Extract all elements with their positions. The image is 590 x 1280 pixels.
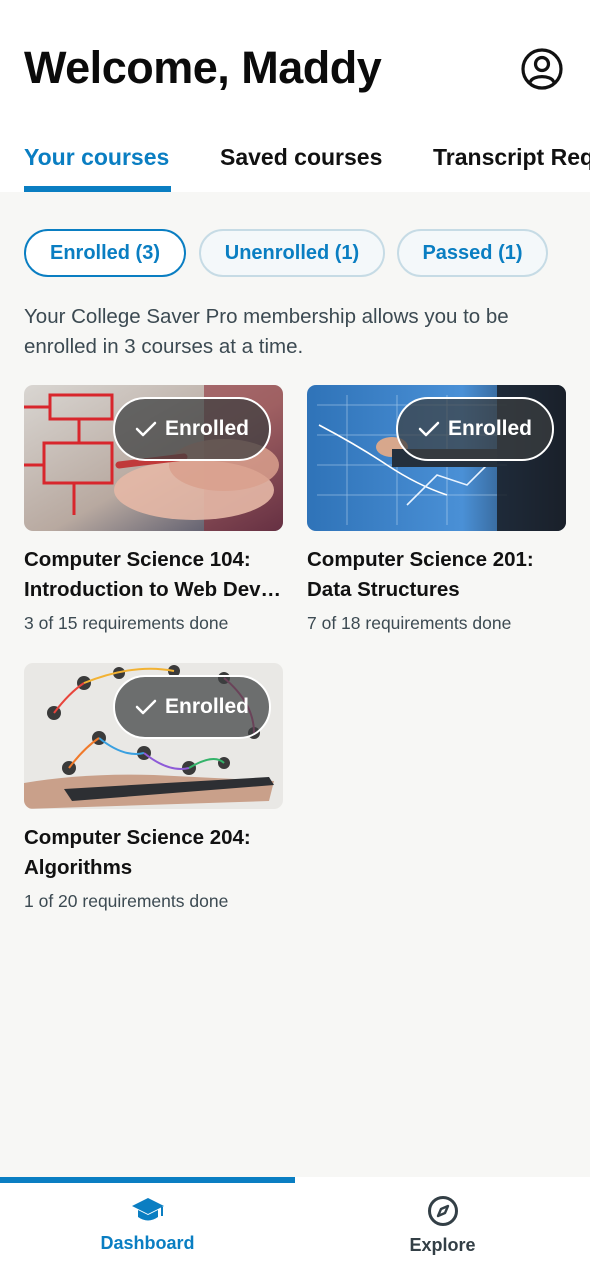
requirements-progress: 1 of 20 requirements done	[24, 891, 229, 911]
course-title: Computer Science 201: Data Structures	[307, 548, 534, 601]
check-icon	[135, 421, 157, 437]
nav-explore[interactable]: Explore	[295, 1195, 590, 1275]
requirements-progress: 3 of 15 requirements done	[24, 613, 229, 633]
course-thumbnail: Enrolled	[24, 663, 283, 809]
course-card[interactable]: Enrolled Computer Science 201: Data Stru…	[307, 385, 566, 634]
nav-label: Explore	[409, 1235, 476, 1255]
membership-note: Your College Saver Pro membership allows…	[24, 305, 509, 358]
tab-transcript-requests[interactable]: Transcript Requests	[433, 144, 590, 171]
nav-dashboard[interactable]: Dashboard	[0, 1195, 295, 1275]
top-header: Welcome, Maddy Your courses Saved course…	[0, 0, 590, 192]
course-tabs: Your courses Saved courses Transcript Re…	[0, 130, 590, 192]
graduation-cap-icon	[131, 1198, 164, 1221]
nav-label: Dashboard	[100, 1233, 195, 1253]
course-card[interactable]: Enrolled Computer Science 204: Algorithm…	[24, 663, 283, 912]
filter-unenrolled[interactable]: Unenrolled (1)	[199, 229, 385, 277]
badge-label: Enrolled	[164, 695, 249, 718]
course-title: Computer Science 204: Algorithms	[24, 826, 251, 879]
active-tab-indicator	[24, 186, 171, 192]
tab-your-courses[interactable]: Your courses	[24, 144, 169, 171]
check-icon	[135, 699, 157, 715]
badge-label: Enrolled	[447, 417, 532, 440]
account-button[interactable]	[520, 47, 564, 91]
enrolled-badge: Enrolled	[396, 397, 554, 461]
badge-label: Enrolled	[164, 417, 249, 440]
bottom-navigation: Dashboard Explore	[0, 1177, 590, 1280]
compass-icon	[427, 1196, 458, 1226]
page-title: Welcome, Maddy	[24, 42, 382, 93]
check-icon	[418, 421, 440, 437]
course-card[interactable]: Enrolled Computer Science 104: Introduct…	[24, 385, 283, 634]
course-title: Computer Science 104: Introduction to We…	[24, 548, 283, 601]
tab-saved-courses[interactable]: Saved courses	[220, 144, 382, 171]
requirements-progress: 7 of 18 requirements done	[307, 613, 512, 633]
enrolled-badge: Enrolled	[113, 675, 271, 739]
filter-passed[interactable]: Passed (1)	[397, 229, 548, 277]
course-thumbnail: Enrolled	[24, 385, 283, 531]
filter-enrolled[interactable]: Enrolled (3)	[24, 229, 186, 277]
active-nav-indicator	[0, 1177, 295, 1183]
course-thumbnail: Enrolled	[307, 385, 566, 531]
enrolled-badge: Enrolled	[113, 397, 271, 461]
account-circle-icon	[521, 48, 563, 90]
